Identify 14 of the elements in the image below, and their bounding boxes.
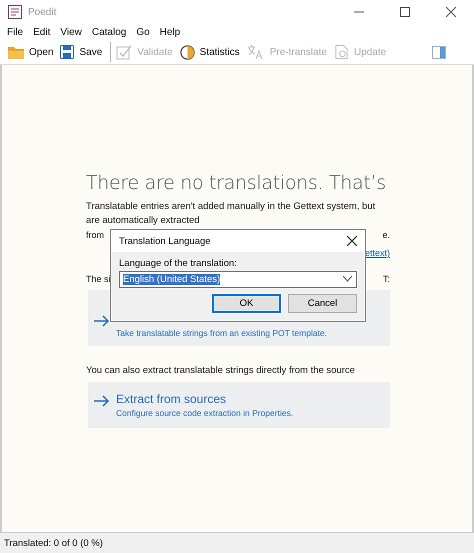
intro-text: Translatable entries aren't added manually in the Gettext system, but are automatically extracted	[86, 200, 376, 228]
intro-text-fragment: from	[86, 229, 104, 242]
card-subtitle: Take translatable strings from an existing POT template.	[116, 328, 328, 338]
intro-text-fragment: e.	[382, 229, 390, 242]
source-text: You can also extract translatable strings directly from the source	[86, 364, 356, 378]
field-label: Language of the translation:	[119, 258, 238, 269]
card-title: Extract from sources	[116, 392, 228, 406]
status-text: Translated: 0 of 0 (0 %)	[0, 532, 474, 553]
window-title: Poedit	[28, 6, 56, 18]
heading: There are no translations. That’s	[86, 172, 387, 194]
card-subtitle: Configure source code extraction in Properties.	[116, 408, 294, 418]
choice-text-fragment: The si	[86, 273, 111, 286]
choice-text-fragment: T:	[382, 273, 390, 286]
dialog-title: Translation Language	[119, 236, 211, 246]
